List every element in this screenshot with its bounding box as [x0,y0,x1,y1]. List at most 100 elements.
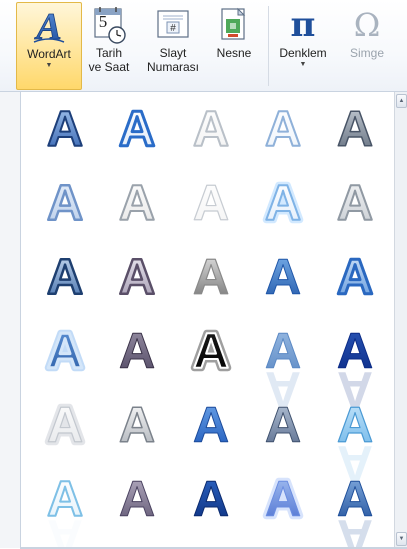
wordart-letter-icon: A [46,100,84,158]
wordart-style-blue-glow[interactable]: AA [33,320,97,386]
svg-text:A: A [193,323,229,379]
wordart-style-purple-gray-fill[interactable]: A [105,320,169,386]
wordart-style-white-shadow[interactable]: AA [33,394,97,460]
wordart-icon: A [29,5,69,47]
chevron-down-icon[interactable]: ▼ [46,62,53,69]
svg-text:A: A [265,397,301,453]
wordart-letter-icon: AA [261,172,304,235]
svg-text:A: A [337,175,373,231]
gallery-scrollbar[interactable]: ▲ ▼ [394,92,407,548]
svg-text:A: A [193,175,229,231]
wordart-letter-icon: A [118,323,155,380]
slide-number-button[interactable]: # Slayt Numarası [140,2,206,90]
date-time-button[interactable]: 5 Tarih ve Saat [84,2,134,90]
wordart-style-light-blue-glow[interactable]: AA [251,172,315,238]
wordart-letter-icon: AA [336,396,373,491]
wordart-style-white-gray-bevel[interactable]: A [105,172,169,238]
svg-text:A: A [193,471,229,527]
wordart-style-blue-gradient[interactable]: A [251,246,315,312]
calendar-number: 5 [98,12,108,31]
wordart-letter-icon: AA [43,394,86,457]
svg-text:A: A [337,509,373,549]
wordart-style-white-light[interactable]: A [179,172,243,238]
object-icon [214,4,254,46]
ribbon-insert-text-group: A WordArt ▼ 5 Tarih ve Saat # Slayt Numa… [0,0,407,92]
wordart-style-light-blue-outline-reflection[interactable]: AA [33,468,97,549]
svg-text:A: A [119,397,155,453]
svg-text:A: A [47,397,83,453]
wordart-style-blue-gradient-reflection[interactable]: AA [323,468,387,549]
equation-button[interactable]: π Denklem ▼ [274,2,332,90]
wordart-letter-icon: A [118,396,156,454]
object-button[interactable]: Nesne [208,2,260,90]
svg-text:A: A [265,471,301,527]
wordart-letter-icon: AA [189,320,232,383]
wordart-letter-icon: A [264,100,302,158]
wordart-letter-icon: A [118,174,156,232]
svg-text:A: A [265,101,301,157]
wordart-letter-icon: A [118,248,157,307]
wordart-style-white-gray-outline[interactable]: A [179,98,243,164]
wordart-style-dark-blue-reflection[interactable]: AA [323,320,387,418]
svg-text:A: A [47,509,83,549]
date-time-label-1: Tarih [95,46,122,60]
wordart-letter-icon: A [192,248,229,305]
wordart-letter-icon: AA [261,468,304,531]
svg-text:A: A [119,249,155,305]
chevron-down-icon[interactable]: ▼ [300,61,307,68]
wordart-letter-icon: A [264,249,301,306]
ribbon-separator [268,6,269,86]
symbol-label: Simge [349,46,384,60]
wordart-letter-icon: A [336,174,374,232]
slide-number-label-1: Slayt [159,46,187,60]
wordart-letter-icon: A [192,174,229,231]
symbol-button[interactable]: Ω Simge [338,2,396,90]
wordart-letter-icon: AA [46,470,84,549]
wordart-style-blue-outline[interactable]: A [105,98,169,164]
wordart-style-white-blue-outline[interactable]: A [251,98,315,164]
wordart-style-blue-reflection[interactable]: AA [251,320,315,418]
wordart-letter-icon: A [118,471,155,528]
svg-text:A: A [193,249,229,305]
wordart-letter-icon: A [336,100,374,158]
pi-icon: π [290,5,316,45]
wordart-style-blue-dark-3d[interactable]: A [179,468,243,534]
wordart-style-blue-double-outline[interactable]: A [323,246,387,312]
wordart-button[interactable]: A WordArt ▼ [16,2,82,90]
slide-number-glyph: # [170,22,176,34]
wordart-style-blue-3d[interactable]: A [179,394,243,460]
svg-text:A: A [193,397,229,453]
wordart-letter-icon: AA [264,323,301,418]
scroll-up-button[interactable]: ▲ [396,94,407,108]
wordart-style-gray-blue-3d[interactable]: A [251,394,315,460]
wordart-letter-icon: AA [336,323,373,418]
wordart-style-purple-gray-outline[interactable]: A [105,246,169,312]
wordart-style-light-blue-double-outline[interactable]: A [33,172,97,238]
svg-text:A: A [337,249,373,305]
svg-text:A: A [193,101,229,157]
wordart-style-white-gray-shadow[interactable]: A [323,172,387,238]
wordart-style-black-white-outline[interactable]: AA [179,320,243,386]
omega-icon: Ω [353,6,381,44]
svg-text:A: A [265,249,301,305]
svg-text:A: A [119,323,155,379]
date-time-label-2: ve Saat [88,60,130,74]
wordart-style-light-blue-reflection[interactable]: AA [323,394,387,491]
wordart-style-gray-metal[interactable]: A [179,246,243,312]
wordart-style-blue-steel-outline[interactable]: A [33,246,97,312]
wordart-letter-icon: A [46,174,85,233]
wordart-letter-icon: A [192,100,230,158]
svg-text:A: A [337,101,373,157]
wordart-letter-icon: A [46,248,85,307]
calendar-clock-icon: 5 [89,4,129,46]
wordart-style-gray-bevel[interactable]: A [323,98,387,164]
wordart-letter-icon: A [264,397,301,454]
svg-text:A: A [47,175,83,231]
wordart-style-fill-blue-gradient-outline[interactable]: A [33,98,97,164]
wordart-style-blue-soft-glow[interactable]: AA [251,468,315,534]
equation-label: Denklem [279,46,327,60]
scroll-down-button[interactable]: ▼ [396,532,407,546]
object-label: Nesne [216,46,252,60]
wordart-style-purple-gray-3d[interactable]: A [105,468,169,534]
wordart-style-white-gray-chrome[interactable]: A [105,394,169,460]
